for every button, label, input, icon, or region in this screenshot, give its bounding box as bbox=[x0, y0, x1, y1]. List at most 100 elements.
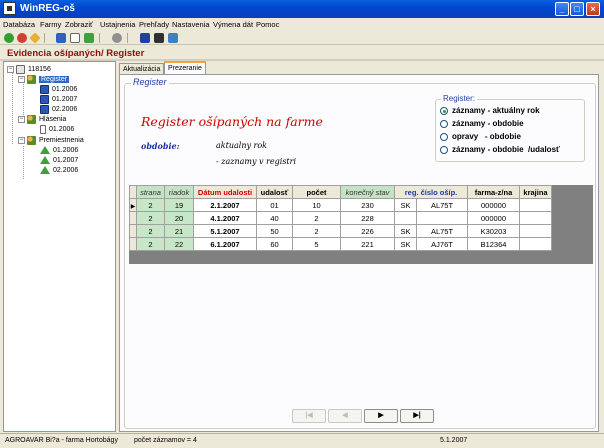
tree-item-register-02-2006[interactable]: 02.2006 bbox=[40, 104, 77, 114]
col-datum-udalosti[interactable]: Dátum udalosti bbox=[193, 185, 257, 199]
table-row[interactable]: 2 21 5.1.2007 50 2 226 SK AL75T K30203 bbox=[129, 224, 552, 238]
cell-reg-cislo[interactable]: AJ76T bbox=[416, 237, 468, 251]
radio-selected-icon[interactable] bbox=[440, 106, 448, 115]
collapse-toggle[interactable]: − bbox=[18, 115, 25, 123]
cell-udalost[interactable]: 40 bbox=[256, 211, 293, 225]
cell-udalost[interactable]: 60 bbox=[256, 237, 293, 251]
check-icon[interactable] bbox=[4, 33, 14, 43]
table-row[interactable]: 2 19 2.1.2007 01 10 230 SK AL75T 000000 bbox=[129, 198, 552, 212]
cell-riadok[interactable]: 21 bbox=[164, 224, 194, 238]
next-record-button[interactable]: ▶ bbox=[364, 409, 398, 423]
tree-item-premiestnenia-02-2006[interactable]: 02.2006 bbox=[40, 165, 78, 175]
col-riadok[interactable]: riadok bbox=[164, 185, 194, 199]
tree-node-register[interactable]: − Register bbox=[18, 74, 70, 84]
cell-pocet[interactable]: 10 bbox=[292, 198, 341, 212]
save-icon[interactable] bbox=[140, 33, 150, 43]
tree-item-hlasenia-01-2006[interactable]: 01.2006 bbox=[40, 124, 74, 134]
cell-krajina[interactable] bbox=[519, 198, 552, 212]
tree-node-premiestnenia[interactable]: − Premiestnenia bbox=[18, 135, 84, 145]
cell-pocet[interactable]: 2 bbox=[292, 224, 341, 238]
cell-riadok[interactable]: 19 bbox=[164, 198, 194, 212]
col-konecny-stav[interactable]: konečný stav bbox=[340, 185, 395, 199]
minimize-button[interactable]: _ bbox=[555, 2, 569, 16]
cell-reg-cislo[interactable]: AL75T bbox=[416, 224, 468, 238]
cell-datum[interactable]: 4.1.2007 bbox=[193, 211, 257, 225]
radio-opravy-obdobie[interactable]: opravy - obdobie bbox=[440, 131, 521, 142]
collapse-toggle[interactable]: − bbox=[18, 136, 25, 144]
menu-zobrazit[interactable]: Zobraziť bbox=[65, 20, 93, 29]
cell-krajina[interactable] bbox=[519, 237, 552, 251]
cell-krajina[interactable] bbox=[519, 224, 552, 238]
farm-icon[interactable] bbox=[84, 33, 94, 43]
collapse-toggle[interactable]: − bbox=[18, 75, 25, 83]
cell-reg-cislo[interactable] bbox=[416, 211, 468, 225]
print-icon[interactable] bbox=[154, 33, 164, 43]
table-row[interactable]: 2 22 6.1.2007 60 5 221 SK AJ76T B12364 bbox=[129, 237, 552, 251]
diamond-icon[interactable] bbox=[29, 32, 41, 44]
collapse-toggle[interactable]: − bbox=[7, 65, 14, 73]
col-udalost[interactable]: udalosť bbox=[256, 185, 293, 199]
export-icon[interactable] bbox=[168, 33, 178, 43]
cell-datum[interactable]: 6.1.2007 bbox=[193, 237, 257, 251]
cell-strana[interactable]: 2 bbox=[136, 224, 165, 238]
table-row[interactable]: 2 20 4.1.2007 40 2 228 000000 bbox=[129, 211, 552, 225]
cell-konecny-stav[interactable]: 230 bbox=[340, 198, 395, 212]
radio-icon[interactable] bbox=[440, 119, 448, 128]
link-icon[interactable] bbox=[112, 33, 122, 43]
cell-farma[interactable]: 000000 bbox=[467, 198, 520, 212]
cancel-icon[interactable] bbox=[17, 33, 27, 43]
tree-item-register-01-2007[interactable]: 01.2007 bbox=[40, 94, 77, 104]
cell-strana[interactable]: 2 bbox=[136, 211, 165, 225]
tree-item-register-01-2006[interactable]: 01.2006 bbox=[40, 84, 77, 94]
cell-konecny-stav[interactable]: 228 bbox=[340, 211, 395, 225]
col-pocet[interactable]: počet bbox=[292, 185, 341, 199]
close-button[interactable]: × bbox=[586, 2, 600, 16]
radio-icon[interactable] bbox=[440, 145, 448, 154]
radio-zaznamy-aktualny-rok[interactable]: záznamy - aktuálny rok bbox=[440, 105, 540, 116]
tree-item-premiestnenia-01-2007[interactable]: 01.2007 bbox=[40, 155, 78, 165]
tree-root[interactable]: − 118156 bbox=[7, 64, 51, 74]
menu-farmy[interactable]: Farmy bbox=[40, 20, 61, 29]
cell-datum[interactable]: 2.1.2007 bbox=[193, 198, 257, 212]
cell-reg-cislo[interactable]: AL75T bbox=[416, 198, 468, 212]
menu-databaza[interactable]: Databáza bbox=[3, 20, 35, 29]
col-reg-cislo-osip[interactable]: reg. číslo ošíp. bbox=[394, 185, 468, 199]
cell-riadok[interactable]: 20 bbox=[164, 211, 194, 225]
cell-farma[interactable]: 000000 bbox=[467, 211, 520, 225]
menu-ustajnenia[interactable]: Ustajnenia bbox=[100, 20, 135, 29]
col-krajina[interactable]: krajina bbox=[519, 185, 552, 199]
users-icon[interactable] bbox=[56, 33, 66, 43]
cell-udalost[interactable]: 01 bbox=[256, 198, 293, 212]
cell-farma[interactable]: B12364 bbox=[467, 237, 520, 251]
cell-strana[interactable]: 2 bbox=[136, 237, 165, 251]
cell-pocet[interactable]: 2 bbox=[292, 211, 341, 225]
first-record-button[interactable]: |◀ bbox=[292, 409, 326, 423]
cell-strana[interactable]: 2 bbox=[136, 198, 165, 212]
cell-krajina-kod[interactable]: SK bbox=[394, 198, 417, 212]
cell-riadok[interactable]: 22 bbox=[164, 237, 194, 251]
maximize-button[interactable]: □ bbox=[570, 2, 584, 16]
cell-pocet[interactable]: 5 bbox=[292, 237, 341, 251]
menu-nastavenia[interactable]: Nastavenia bbox=[172, 20, 210, 29]
cell-konecny-stav[interactable]: 221 bbox=[340, 237, 395, 251]
cell-krajina-kod[interactable]: SK bbox=[394, 224, 417, 238]
document-icon[interactable] bbox=[70, 33, 80, 43]
menu-prehlady[interactable]: Prehľady bbox=[139, 20, 169, 29]
tab-prezeranie[interactable]: Prezeranie bbox=[164, 61, 206, 75]
previous-record-button[interactable]: ◀ bbox=[328, 409, 362, 423]
last-record-button[interactable]: ▶| bbox=[400, 409, 434, 423]
menu-pomoc[interactable]: Pomoc bbox=[256, 20, 279, 29]
cell-krajina[interactable] bbox=[519, 211, 552, 225]
cell-konecny-stav[interactable]: 226 bbox=[340, 224, 395, 238]
col-strana[interactable]: strana bbox=[136, 185, 165, 199]
menu-vymena-dat[interactable]: Výmena dát bbox=[213, 20, 253, 29]
radio-zaznamy-obdobie[interactable]: záznamy - obdobie bbox=[440, 118, 524, 129]
cell-krajina-kod[interactable] bbox=[394, 211, 417, 225]
radio-icon[interactable] bbox=[440, 132, 448, 141]
cell-farma[interactable]: K30203 bbox=[467, 224, 520, 238]
tree-item-premiestnenia-01-2006[interactable]: 01.2006 bbox=[40, 145, 78, 155]
radio-zaznamy-obdobie-udalost[interactable]: záznamy - obdobie /udalosť bbox=[440, 144, 560, 155]
cell-udalost[interactable]: 50 bbox=[256, 224, 293, 238]
cell-krajina-kod[interactable]: SK bbox=[394, 237, 417, 251]
tree-node-hlasenia[interactable]: − Hlásenia bbox=[18, 114, 66, 124]
